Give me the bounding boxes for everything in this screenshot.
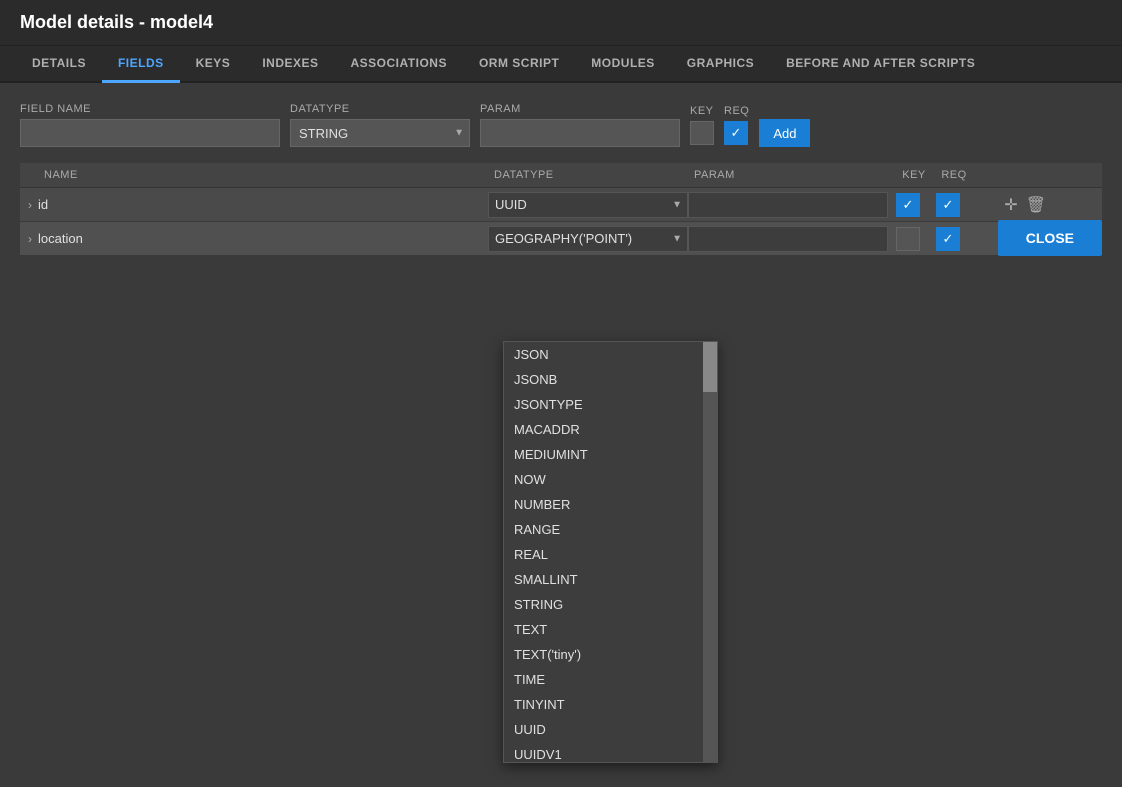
tab-fields[interactable]: FIELDS	[102, 46, 180, 83]
tab-indexes[interactable]: INDEXES	[246, 46, 334, 83]
row-param-id	[688, 192, 888, 218]
req-checkbox[interactable]	[724, 121, 748, 145]
row-name-id: id	[38, 197, 488, 212]
row-param-input-location[interactable]	[688, 226, 888, 252]
key-checkbox[interactable]	[690, 121, 714, 145]
add-button[interactable]: Add	[759, 119, 810, 147]
col-header-datatype: DATATYPE	[494, 169, 694, 181]
tab-modules[interactable]: MODULES	[575, 46, 671, 83]
datatype-dropdown: JSON JSONB JSONTYPE MACADDR MEDIUMINT NO…	[503, 341, 718, 763]
add-button-group: Add	[759, 119, 810, 147]
add-row: FIELD NAME DATATYPE STRING ▼ PARAM KEY R…	[20, 103, 1102, 147]
row-name-text: id	[38, 197, 48, 212]
row-key-id	[888, 193, 928, 217]
req-group: REQ	[724, 105, 749, 145]
row-datatype-select-id[interactable]: UUID	[488, 192, 688, 218]
scrollbar-track	[703, 342, 717, 762]
dropdown-item-now[interactable]: NOW	[504, 467, 717, 492]
row-key-checkbox-location[interactable]	[896, 227, 920, 251]
dropdown-item-smallint[interactable]: SMALLINT	[504, 567, 717, 592]
row-name-location: location	[38, 231, 488, 246]
row-move-icon-id[interactable]: ✛	[1002, 193, 1019, 217]
param-group: PARAM	[480, 103, 680, 147]
dropdown-item-string[interactable]: STRING	[504, 592, 717, 617]
field-name-group: FIELD NAME	[20, 103, 280, 147]
tab-details[interactable]: DETAILS	[16, 46, 102, 83]
col-header-param: PARAM	[694, 169, 894, 181]
dropdown-item-real[interactable]: REAL	[504, 542, 717, 567]
dropdown-item-jsonb[interactable]: JSONB	[504, 367, 717, 392]
row-param-location	[688, 226, 888, 252]
datatype-select[interactable]: STRING	[290, 119, 470, 147]
row-req-id	[928, 193, 968, 217]
close-button[interactable]: CLOSE	[998, 220, 1102, 256]
datatype-select-wrapper: STRING ▼	[290, 119, 470, 147]
title-bar: Model details - model4	[0, 0, 1122, 46]
row-key-location	[888, 227, 928, 251]
tab-associations[interactable]: ASSOCIATIONS	[335, 46, 463, 83]
col-header-name: NAME	[44, 169, 494, 181]
datatype-group: DATATYPE STRING ▼	[290, 103, 470, 147]
dropdown-item-range[interactable]: RANGE	[504, 517, 717, 542]
tab-bar: DETAILS FIELDS KEYS INDEXES ASSOCIATIONS…	[0, 46, 1122, 83]
param-input[interactable]	[480, 119, 680, 147]
dropdown-item-time[interactable]: TIME	[504, 667, 717, 692]
row-datatype-wrapper-location: GEOGRAPHY('POINT') ▼	[488, 226, 688, 252]
tab-graphics[interactable]: GRAPHICS	[671, 46, 770, 83]
row-actions-id: ✛ 🗑	[968, 193, 1048, 217]
row-req-checkbox-location[interactable]	[936, 227, 960, 251]
table-header: NAME DATATYPE PARAM KEY REQ	[20, 163, 1102, 188]
scrollbar-thumb[interactable]	[703, 342, 717, 392]
row-key-checkbox-id[interactable]	[896, 193, 920, 217]
row-delete-icon-id[interactable]: 🗑	[1024, 193, 1048, 217]
row-param-input-id[interactable]	[688, 192, 888, 218]
table-row: › location GEOGRAPHY('POINT') ▼ ✛ 🗑	[20, 222, 1102, 256]
dropdown-item-number[interactable]: NUMBER	[504, 492, 717, 517]
dropdown-item-mediumint[interactable]: MEDIUMINT	[504, 442, 717, 467]
dropdown-item-jsontype[interactable]: JSONTYPE	[504, 392, 717, 417]
tab-before-after-scripts[interactable]: BEFORE AND AFTER SCRIPTS	[770, 46, 991, 83]
key-group: KEY	[690, 105, 714, 145]
dropdown-item-text-tiny[interactable]: TEXT('tiny')	[504, 642, 717, 667]
dropdown-item-json[interactable]: JSON	[504, 342, 717, 367]
param-label: PARAM	[480, 103, 680, 115]
row-name-text: location	[38, 231, 83, 246]
req-label: REQ	[724, 105, 749, 117]
row-expand-icon[interactable]: ›	[28, 232, 32, 246]
field-name-label: FIELD NAME	[20, 103, 280, 115]
table-row: › id UUID ▼ ✛ 🗑	[20, 188, 1102, 222]
datatype-label: DATATYPE	[290, 103, 470, 115]
main-content: FIELD NAME DATATYPE STRING ▼ PARAM KEY R…	[0, 83, 1122, 276]
row-datatype-wrapper-id: UUID ▼	[488, 192, 688, 218]
page-title: Model details - model4	[20, 12, 213, 32]
dropdown-item-uuidv1[interactable]: UUIDV1	[504, 742, 717, 762]
row-req-checkbox-id[interactable]	[936, 193, 960, 217]
dropdown-item-uuid[interactable]: UUID	[504, 717, 717, 742]
dropdown-item-tinyint[interactable]: TINYINT	[504, 692, 717, 717]
col-header-req: REQ	[934, 169, 974, 181]
dropdown-item-macaddr[interactable]: MACADDR	[504, 417, 717, 442]
key-label: KEY	[690, 105, 714, 117]
row-req-location	[928, 227, 968, 251]
row-expand-icon[interactable]: ›	[28, 198, 32, 212]
field-name-input[interactable]	[20, 119, 280, 147]
dropdown-item-text[interactable]: TEXT	[504, 617, 717, 642]
row-datatype-select-location[interactable]: GEOGRAPHY('POINT')	[488, 226, 688, 252]
tab-orm-script[interactable]: ORM SCRIPT	[463, 46, 575, 83]
col-header-key: KEY	[894, 169, 934, 181]
tab-keys[interactable]: KEYS	[180, 46, 247, 83]
